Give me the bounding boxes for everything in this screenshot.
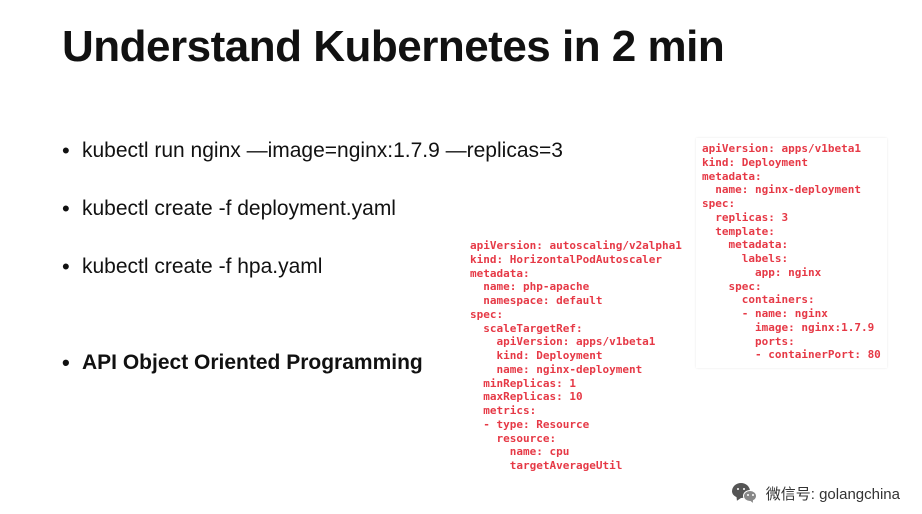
bullet-item: kubectl create -f deployment.yaml — [62, 196, 563, 221]
footer-label: 微信号: golangchina — [766, 483, 900, 504]
bullet-item: kubectl run nginx —image=nginx:1.7.9 —re… — [62, 138, 563, 163]
wechat-icon — [732, 482, 758, 504]
yaml-hpa-snippet: apiVersion: autoscaling/v2alpha1 kind: H… — [470, 239, 682, 473]
slide-title: Understand Kubernetes in 2 min — [62, 22, 724, 72]
footer-watermark: 微信号: golangchina — [732, 482, 900, 504]
yaml-deployment-snippet: apiVersion: apps/v1beta1 kind: Deploymen… — [696, 138, 887, 368]
